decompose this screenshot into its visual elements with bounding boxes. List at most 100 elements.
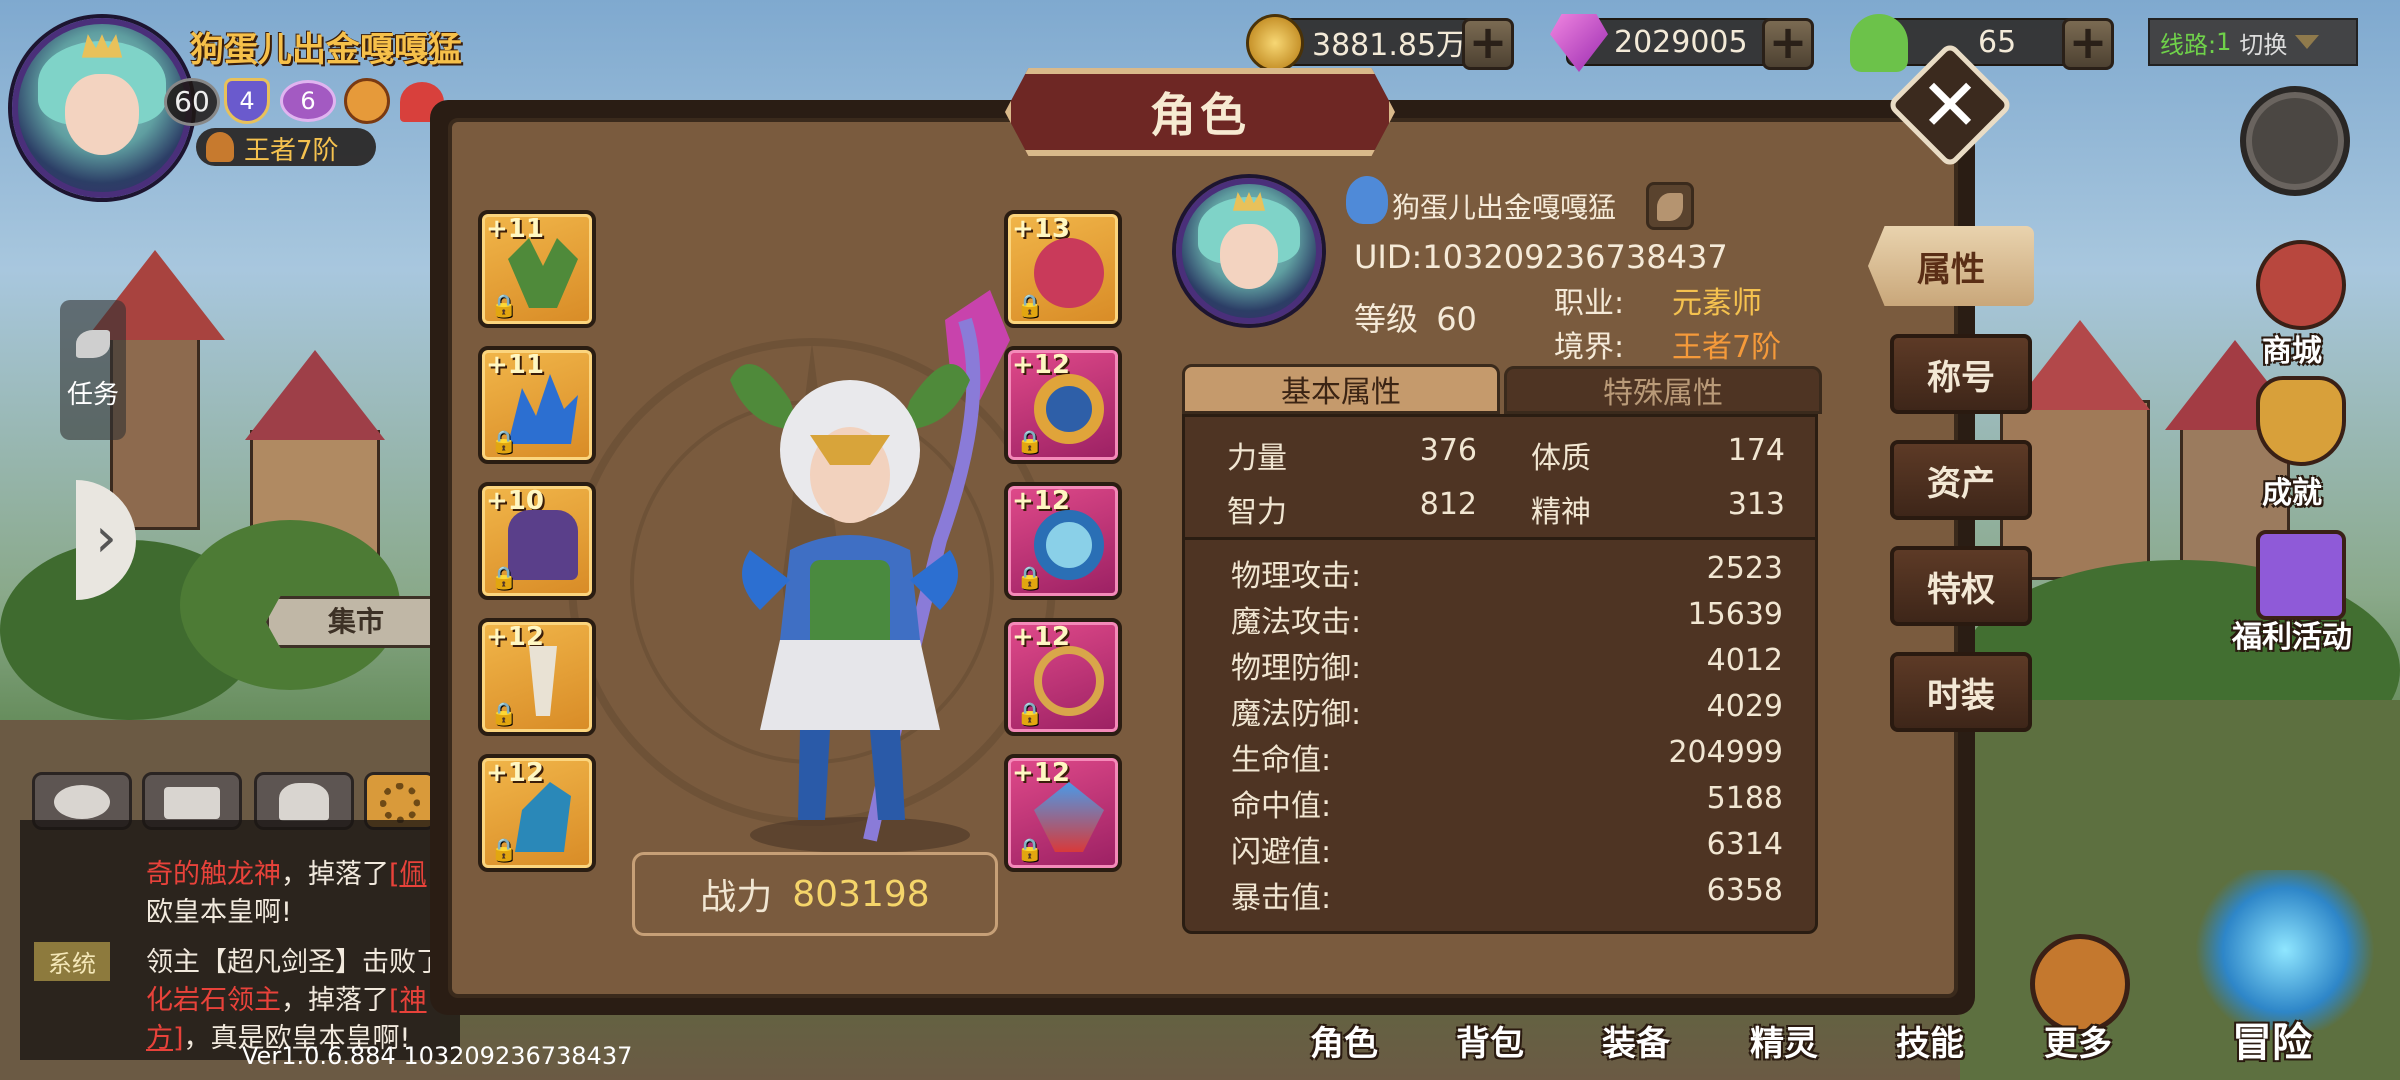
attribute-panel[interactable]: 力量 376 体质 174 智力 812 精神 313 物理攻击: 2523 魔… — [1182, 414, 1818, 934]
gear-icon — [380, 783, 420, 823]
achievement-label[interactable]: 成就 — [2262, 468, 2322, 512]
side-tab-fashion[interactable]: 时装 — [1890, 652, 2032, 732]
character-name: 狗蛋儿出金嘎嘎猛 — [1392, 191, 1617, 224]
side-tab-assets[interactable]: 资产 — [1890, 440, 2032, 520]
job-label: 职业: — [1554, 286, 1625, 321]
stat-label: 物理攻击: — [1231, 559, 1362, 594]
chat-boss-name: 化岩石领主 — [146, 985, 281, 1016]
nav-spirit[interactable]: 精灵 — [1750, 1016, 1818, 1065]
gold-bar: 3881.85万 + — [1246, 14, 1514, 72]
equip-slot-armor[interactable]: +10 🔒 — [478, 482, 596, 600]
enhance-level: +11 — [486, 350, 544, 380]
market-label: 集市 — [327, 605, 384, 638]
rename-quill-button[interactable] — [1646, 182, 1694, 230]
side-tab-privileges[interactable]: 特权 — [1890, 546, 2032, 626]
chat-item-link[interactable]: [佩 — [389, 859, 427, 890]
character-model — [690, 280, 1030, 860]
add-gems-button[interactable]: + — [1762, 18, 1814, 70]
market-sign[interactable]: 集市 — [266, 596, 446, 648]
job-value: 元素师 — [1672, 286, 1762, 321]
stat-spirit-label: 精神 — [1531, 495, 1591, 530]
stat-label: 生命值: — [1231, 743, 1332, 778]
combat-power: 战力 803198 — [632, 852, 998, 936]
tab-special-attributes[interactable]: 特殊属性 — [1504, 366, 1822, 414]
lock-icon: 🔒 — [490, 430, 518, 455]
stat-label: 物理防御: — [1231, 651, 1362, 686]
lock-icon: 🔒 — [490, 838, 518, 863]
nav-equipment[interactable]: 装备 — [1602, 1016, 1670, 1065]
gem-bar: 2029005 + — [1550, 14, 1814, 72]
equip-slot-gloves[interactable]: +12 🔒 — [478, 618, 596, 736]
stat-label: 命中值: — [1231, 789, 1332, 824]
crystal-amulet-icon — [1034, 782, 1104, 852]
lock-icon: 🔒 — [490, 702, 518, 727]
shop-label[interactable]: 商城 — [2262, 326, 2322, 370]
stat-label: 暴击值: — [1231, 881, 1332, 916]
task-button[interactable]: 任务 — [60, 300, 126, 440]
lock-icon: 🔒 — [490, 566, 518, 591]
shop-tent-icon[interactable] — [2256, 240, 2346, 330]
mail-icon — [164, 787, 220, 819]
side-tab-attributes[interactable]: 属性 — [1868, 226, 2034, 306]
realm-value: 王者7阶 — [1672, 330, 1782, 365]
stamina-value: 65 — [1978, 24, 2017, 60]
stat-value: 15639 — [1687, 597, 1783, 632]
player-rank-bar: 王者7阶 — [196, 128, 376, 166]
nav-character[interactable]: 角色 — [1310, 1016, 1378, 1065]
stat-value: 6314 — [1706, 827, 1783, 862]
chevron-down-icon — [2295, 35, 2320, 49]
nav-skills[interactable]: 技能 — [1896, 1016, 1964, 1065]
server-line-switch-label: 切换 — [2239, 30, 2288, 59]
realm-label: 境界: — [1554, 330, 1625, 365]
player-level-badge: 60 — [164, 78, 220, 126]
chat-text: ，掉落了 — [281, 985, 389, 1016]
welfare-label[interactable]: 福利活动 — [2232, 612, 2352, 656]
add-stamina-button[interactable]: + — [2062, 18, 2114, 70]
gold-coin-icon — [1246, 14, 1304, 72]
rose-staff-icon — [1034, 238, 1104, 308]
chat-text: 领主【超凡剑圣】击败了 — [146, 947, 443, 978]
nav-adventure[interactable]: 冒险 — [2232, 1010, 2312, 1068]
equip-slot-shoulder[interactable]: +11 🔒 — [478, 346, 596, 464]
close-icon[interactable]: ✕ — [1905, 60, 1995, 150]
equip-slot-helmet[interactable]: +11 🔒 — [478, 210, 596, 328]
achievement-trophy-icon[interactable] — [2256, 376, 2346, 466]
enhance-level: +11 — [486, 214, 544, 244]
combat-power-label: 战力 — [700, 877, 773, 918]
rank-icon — [206, 132, 234, 162]
side-tab-titles[interactable]: 称号 — [1890, 334, 2032, 414]
chat-panel[interactable]: 奇的触龙神，掉落了[佩 欧皇本皇啊! 系统 领主【超凡剑圣】击败了 化岩石领主，… — [20, 820, 460, 1060]
nav-backpack[interactable]: 背包 — [1456, 1016, 1524, 1065]
feather-icon — [76, 330, 110, 358]
compass-icon[interactable] — [2240, 86, 2350, 196]
chat-line-4: 化岩石领主，掉落了[神 — [146, 978, 456, 1017]
level-value: 60 — [1436, 300, 1477, 338]
adventure-portal-icon[interactable] — [2190, 870, 2380, 1030]
stat-intelligence-label: 智力 — [1227, 495, 1287, 530]
stat-divider — [1185, 537, 1815, 540]
combat-power-value: 803198 — [792, 873, 930, 915]
equip-slot-boots[interactable]: +12 🔒 — [478, 754, 596, 872]
stat-label: 闪避值: — [1231, 835, 1332, 870]
player-level: 60 — [174, 85, 210, 118]
dialog-title-text: 角色 — [1150, 88, 1250, 142]
friends-icon — [279, 783, 329, 821]
nav-more[interactable]: 更多 — [2044, 1016, 2112, 1065]
tab-basic-attributes[interactable]: 基本属性 — [1182, 364, 1500, 414]
server-line-switch[interactable]: 线路: 1 切换 — [2148, 18, 2358, 66]
stat-strength-value: 376 — [1419, 433, 1477, 468]
chat-item-link[interactable]: [神 — [389, 985, 427, 1016]
necklace-icon — [1034, 646, 1104, 716]
ring-icon — [1034, 374, 1104, 444]
badge-shield-value: 4 — [239, 87, 255, 115]
stat-spirit-value: 313 — [1727, 487, 1785, 522]
quill-icon — [1657, 193, 1683, 221]
chat-item-link[interactable]: 方] — [146, 1023, 184, 1054]
feather-pauldron-icon — [508, 374, 578, 444]
gift-box-icon[interactable] — [2256, 530, 2346, 620]
level-label: 等级 — [1354, 300, 1419, 338]
badge-crown-icon — [344, 78, 390, 124]
feather-glove-icon — [529, 646, 557, 716]
add-gold-button[interactable]: + — [1462, 18, 1514, 70]
chat-line-3: 领主【超凡剑圣】击败了 — [146, 940, 456, 979]
